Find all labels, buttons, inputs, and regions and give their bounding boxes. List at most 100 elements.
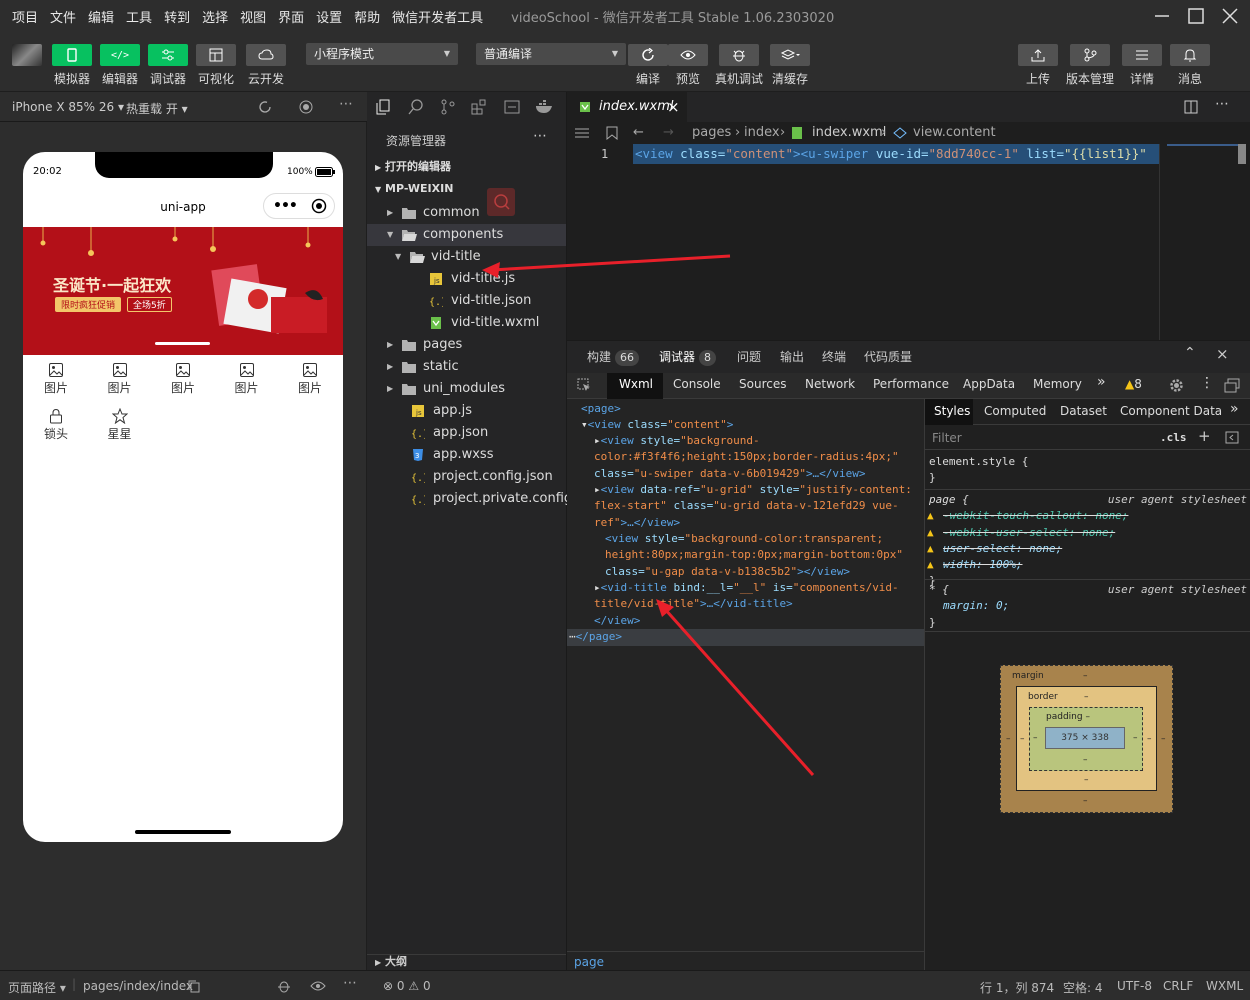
style-prop[interactable]: margin: 0;	[929, 598, 1247, 614]
menu-goto[interactable]: 转到	[158, 7, 196, 26]
breadcrumb-pages[interactable]: pages	[692, 122, 731, 144]
tab-terminal[interactable]: 终端	[822, 348, 846, 365]
star-rule[interactable]: * {user agent stylesheet margin: 0; }	[929, 582, 1247, 631]
forward-arrow-icon[interactable]: →	[663, 122, 674, 144]
more-tabs-icon[interactable]: »	[1230, 401, 1239, 417]
more-icon[interactable]: ⋯	[339, 96, 353, 112]
panel-close-icon[interactable]: ×	[1216, 345, 1229, 363]
page-path[interactable]: pages/index/index	[83, 979, 193, 993]
tab-wxml[interactable]: Wxml	[619, 377, 653, 391]
close-icon[interactable]	[1218, 4, 1242, 28]
docker-icon[interactable]	[535, 99, 553, 115]
eol[interactable]: CRLF	[1163, 979, 1193, 993]
minimize-icon[interactable]	[1150, 4, 1174, 28]
inspect-icon[interactable]	[577, 378, 591, 392]
tab-appdata[interactable]: AppData	[963, 377, 1015, 391]
more-icon[interactable]: ⋯	[343, 975, 357, 991]
details-button[interactable]	[1122, 44, 1162, 66]
wxml-node-gap[interactable]: <view style="background-color:transparen…	[605, 531, 920, 580]
messages-button[interactable]	[1170, 44, 1210, 66]
footer-page-crumb[interactable]: page	[574, 955, 604, 969]
tab-index-wxml[interactable]: index.wxml ×	[567, 92, 687, 122]
copy-icon[interactable]	[188, 980, 200, 993]
tree-item-vid-title-wxml[interactable]: vid-title.wxml	[367, 312, 566, 334]
tree-item-pages[interactable]: ▶ pages	[367, 334, 566, 356]
clear-cache-button[interactable]	[770, 44, 810, 66]
tree-item-vid-title-js[interactable]: js vid-title.js	[367, 268, 566, 290]
debugger-button[interactable]	[148, 44, 188, 66]
breadcrumb-file[interactable]: index.wxml	[812, 122, 886, 144]
tab-output[interactable]: 输出	[780, 348, 804, 365]
tab-build[interactable]: 构建 66	[587, 348, 640, 366]
wxml-node-view[interactable]: ▾<view class="content">	[581, 417, 733, 433]
real-debug-button[interactable]	[719, 44, 759, 66]
menu-help[interactable]: 帮助	[348, 7, 386, 26]
outline-section[interactable]: ▶ 大纲	[367, 954, 566, 970]
editor-button[interactable]: </>	[100, 44, 140, 66]
style-prop[interactable]: ▲ width: 100%;	[927, 557, 1247, 573]
menu-file[interactable]: 文件	[44, 7, 82, 26]
tree-item-app-wxss[interactable]: 3 app.wxss	[367, 444, 566, 466]
indent-setting[interactable]: 空格: 4	[1063, 979, 1103, 996]
breadcrumb-index[interactable]: index	[744, 122, 780, 144]
box-model-border[interactable]: border – – – – padding – – – – 375 × 338	[1016, 686, 1157, 791]
tab-close-icon[interactable]: ×	[667, 92, 680, 122]
tab-component-data[interactable]: Component Data	[1120, 404, 1222, 418]
search-icon[interactable]	[408, 99, 424, 115]
back-arrow-icon[interactable]: ←	[633, 122, 644, 144]
capsule-more-icon[interactable]: •••	[273, 198, 298, 214]
code-line[interactable]: <view class="content"><u-swiper vue-id="…	[633, 144, 1159, 164]
add-rule-icon[interactable]: +	[1198, 427, 1211, 445]
tab-code-quality[interactable]: 代码质量	[864, 348, 912, 365]
device-select[interactable]: iPhone X 85% 26 ▾	[12, 100, 124, 114]
grid-item[interactable]: 图片	[31, 362, 81, 402]
compile-button[interactable]	[628, 44, 668, 66]
simulator-button[interactable]	[52, 44, 92, 66]
files-icon[interactable]	[376, 99, 390, 115]
tree-item-static[interactable]: ▶ static	[367, 356, 566, 378]
open-editors-section[interactable]: ▶ 打开的编辑器	[367, 156, 566, 178]
grid-item[interactable]: 图片	[285, 362, 335, 402]
record-icon[interactable]	[299, 100, 313, 114]
bug-icon[interactable]	[277, 979, 291, 993]
menu-project[interactable]: 项目	[6, 7, 44, 26]
styles-filter-input[interactable]: Filter	[932, 431, 962, 445]
grid-item[interactable]: 锁头	[31, 408, 81, 448]
list-icon[interactable]	[575, 127, 589, 139]
tree-item-uni-modules[interactable]: ▶ uni_modules	[367, 378, 566, 400]
eye-icon[interactable]	[310, 980, 326, 992]
wxml-node-view-close[interactable]: </view>	[594, 613, 640, 629]
menu-settings[interactable]: 设置	[310, 7, 348, 26]
box-model-content[interactable]: 375 × 338	[1045, 727, 1125, 749]
capsule-button[interactable]: •••	[263, 193, 335, 219]
encoding[interactable]: UTF-8	[1117, 979, 1152, 993]
box-model-padding[interactable]: padding – – – – 375 × 338	[1029, 707, 1143, 771]
cls-button[interactable]: .cls	[1160, 430, 1187, 446]
tab-debugger[interactable]: 调试器 8	[659, 348, 717, 366]
tab-computed[interactable]: Computed	[984, 404, 1046, 418]
tree-item-vid-title[interactable]: ▼ vid-title	[367, 246, 566, 268]
cloud-button[interactable]	[246, 44, 286, 66]
explorer-more-icon[interactable]: ⋯	[533, 128, 547, 144]
mode-select[interactable]: 小程序模式 ▼	[306, 43, 458, 65]
warning-count[interactable]: ▲8	[1125, 377, 1142, 391]
box-model-margin[interactable]: margin – – – – border – – – – padding – …	[1000, 665, 1173, 813]
tab-memory[interactable]: Memory	[1033, 377, 1082, 391]
tab-performance[interactable]: Performance	[873, 377, 949, 391]
chevron-up-icon[interactable]: ⌃	[1184, 345, 1196, 361]
tree-item-app-json[interactable]: {.} app.json	[367, 422, 566, 444]
menu-select[interactable]: 选择	[196, 7, 234, 26]
element-style-rule[interactable]: element.style { }	[929, 454, 1247, 487]
tab-network[interactable]: Network	[805, 377, 855, 391]
tab-sources[interactable]: Sources	[739, 377, 786, 391]
tab-problems[interactable]: 问题	[737, 348, 761, 365]
tree-item-components[interactable]: ▼ components	[367, 224, 566, 246]
tab-styles[interactable]: Styles	[934, 404, 970, 418]
preview-button[interactable]	[668, 44, 708, 66]
tree-item-project-private-config-js[interactable]: {.}project.private.config.js...	[367, 488, 599, 510]
page-rule[interactable]: page {user agent stylesheet ▲ -webkit-tou…	[927, 492, 1247, 590]
search-overlay-button[interactable]	[487, 188, 515, 216]
tree-item-project-config-json[interactable]: {.} project.config.json	[367, 466, 566, 488]
grid-item[interactable]: 图片	[95, 362, 145, 402]
tree-item-vid-title-json[interactable]: {.} vid-title.json	[367, 290, 566, 312]
